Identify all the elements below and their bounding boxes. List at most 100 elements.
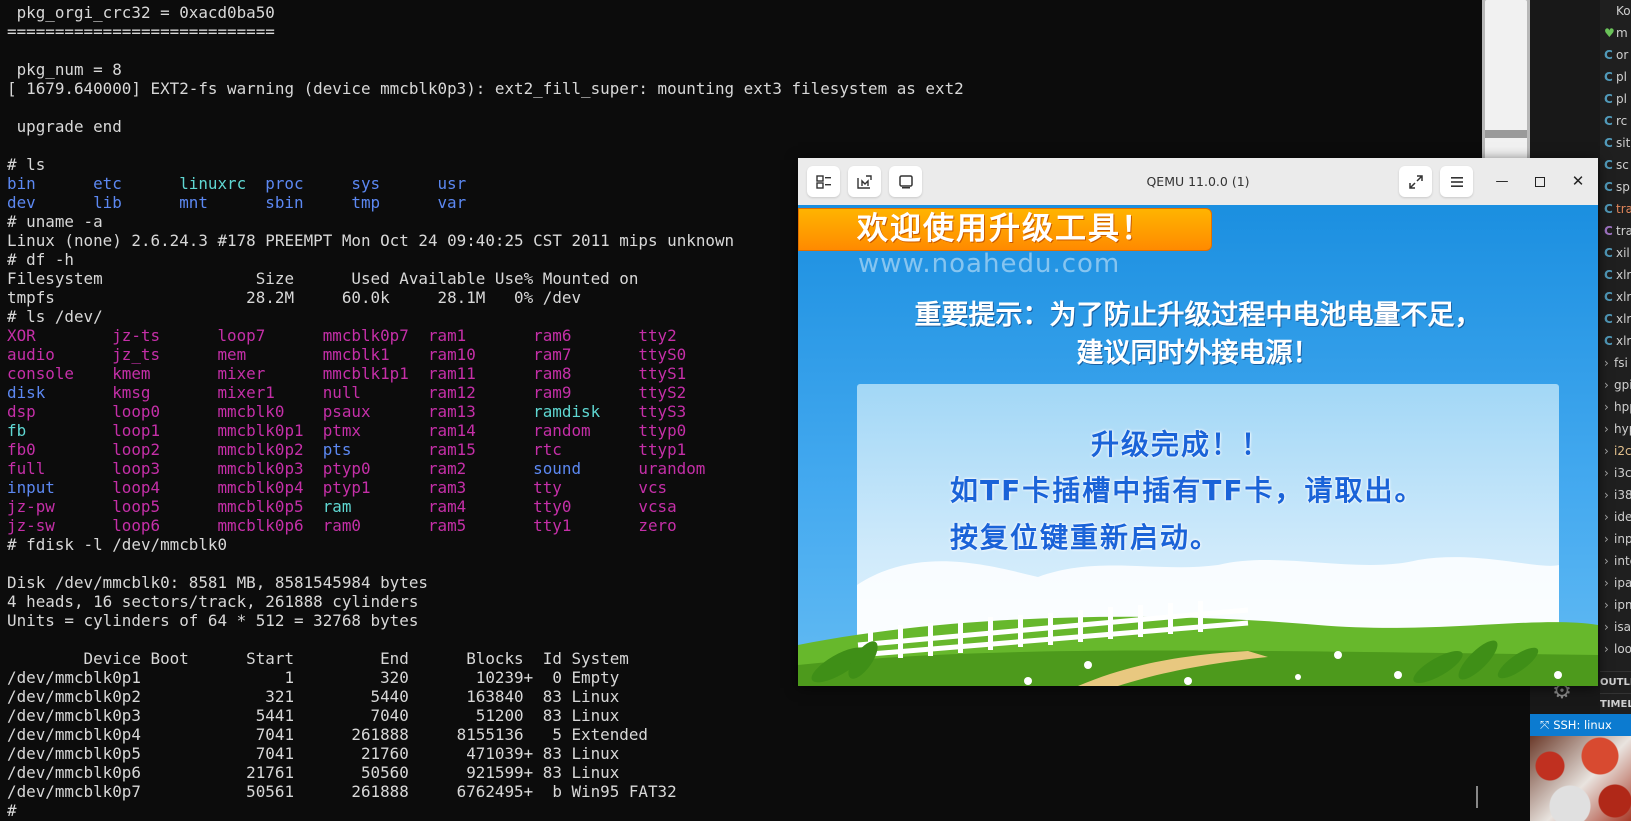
explorer-folder-item[interactable]: › inp xyxy=(1600,528,1631,550)
file-name: tra xyxy=(1616,224,1631,238)
terminal-text: input xyxy=(7,478,55,497)
maximize-button[interactable] xyxy=(1525,158,1555,205)
file-name: xlr xyxy=(1616,334,1631,348)
file-name: or xyxy=(1616,48,1629,62)
terminal-text: ram13 xyxy=(427,402,476,421)
explorer-file-item[interactable]: Cxil xyxy=(1600,242,1631,264)
terminal-text: tty1 xyxy=(533,516,572,535)
terminal-text: fb xyxy=(7,421,27,440)
timeline-section[interactable]: TIMELI xyxy=(1600,693,1631,716)
file-name: xlr xyxy=(1616,312,1631,326)
qemu-window[interactable]: QEMU 11.0.0 (1) — ✕ 欢迎使用升级工具！ www.noahed… xyxy=(798,158,1598,686)
explorer-file-item[interactable]: Csp xyxy=(1600,176,1631,198)
chevron-right-icon: › xyxy=(1604,356,1609,370)
terminal-text: rtc xyxy=(533,440,562,459)
terminal-text: vcs xyxy=(638,478,668,497)
file-type-icon: C xyxy=(1604,136,1613,150)
folder-name: gpi xyxy=(1614,378,1631,392)
terminal-text: /dev/mmcblk0p2 321 5440 163840 83 Linux xyxy=(7,687,620,706)
terminal-text: psaux xyxy=(322,402,371,421)
explorer-folder-item[interactable]: › ipm xyxy=(1600,594,1631,616)
explorer-file-item[interactable]: Csc xyxy=(1600,154,1631,176)
explorer-file-item[interactable]: Cxlr xyxy=(1600,330,1631,352)
explorer-folder-item[interactable]: › hpp xyxy=(1600,396,1631,418)
terminal-text: jz_ts xyxy=(112,345,161,364)
outline-section[interactable]: OUTLIN xyxy=(1600,671,1631,694)
explorer-folder-item[interactable]: › fsi xyxy=(1600,352,1631,374)
explorer-file-item[interactable]: Cpl xyxy=(1600,66,1631,88)
explorer-file-item[interactable]: Csit xyxy=(1600,132,1631,154)
terminal-text: mmcblk1p1 xyxy=(322,364,409,383)
terminal-text: mmcblk0p1 xyxy=(217,421,304,440)
vscode-file-explorer[interactable]: Ko ♥m Cor Cpl Cpl Crc Csit Csc Csp Ctra Ctra Cxil Cx… xyxy=(1600,0,1631,720)
menu-button[interactable] xyxy=(1440,166,1473,197)
explorer-folder-item[interactable]: › i38 xyxy=(1600,484,1631,506)
reset-instruction-text: 按复位键重新启动。 xyxy=(950,521,1221,554)
explorer-file-item[interactable]: Ko xyxy=(1600,0,1631,22)
remote-status-text: SSH: linux xyxy=(1553,718,1612,732)
explorer-file-item[interactable]: ♥m xyxy=(1600,22,1631,44)
terminal-text: ttyS0 xyxy=(638,345,687,364)
explorer-folder-item[interactable]: › i3c xyxy=(1600,462,1631,484)
remote-icon: ⤧ xyxy=(1540,718,1550,732)
explorer-file-item[interactable]: Cpl xyxy=(1600,88,1631,110)
folder-name: inp xyxy=(1614,532,1631,546)
terminal-text: /dev/mmcblk0p7 50561 261888 6762495+ b W… xyxy=(7,782,677,801)
terminal-text: ram8 xyxy=(533,364,572,383)
scrollbar-thumb[interactable] xyxy=(1485,0,1527,165)
explorer-file-item[interactable]: Cor xyxy=(1600,44,1631,66)
terminal-text: ram5 xyxy=(427,516,467,535)
explorer-file-item[interactable]: Cxlr xyxy=(1600,264,1631,286)
explorer-file-item[interactable]: Cxlr xyxy=(1600,286,1631,308)
qemu-guest-display[interactable]: 欢迎使用升级工具！ www.noahedu.com 重要提示：为了防止升级过程中… xyxy=(798,205,1598,686)
file-type-icon: ♥ xyxy=(1604,26,1615,40)
explorer-folder-item[interactable]: › i2c xyxy=(1600,440,1631,462)
notice-line-1: 重要提示：为了防止升级过程中电池电量不足， xyxy=(914,300,1482,331)
terminal-text: ram xyxy=(322,497,352,516)
tabs-button[interactable] xyxy=(807,166,840,197)
close-button[interactable]: ✕ xyxy=(1563,158,1593,205)
display-button[interactable] xyxy=(889,166,922,197)
remote-status-button[interactable]: ⤧ SSH: linux xyxy=(1530,714,1631,736)
terminal-text: loop1 xyxy=(112,421,161,440)
explorer-folder-item[interactable]: › ide xyxy=(1600,506,1631,528)
file-type-icon: C xyxy=(1604,48,1613,62)
terminal-text: # uname -a xyxy=(7,212,103,231)
terminal-text: ttyS3 xyxy=(638,402,687,421)
file-type-icon: C xyxy=(1604,180,1613,194)
terminal-text: ttyp0 xyxy=(638,421,687,440)
chevron-right-icon: › xyxy=(1604,378,1609,392)
terminal-text: # xyxy=(7,801,17,820)
file-type-icon: C xyxy=(1604,224,1613,238)
explorer-folder-item[interactable]: › ipa xyxy=(1600,572,1631,594)
explorer-file-item[interactable]: Crc xyxy=(1600,110,1631,132)
explorer-folder-item[interactable]: › loo xyxy=(1600,638,1631,660)
terminal-text: /dev/mmcblk0p5 7041 21760 471039+ 83 Lin… xyxy=(7,744,620,763)
minimize-icon: — xyxy=(1495,174,1509,189)
explorer-file-item[interactable]: Ctra xyxy=(1600,220,1631,242)
terminal-line: /dev/mmcblk0p4 7041 261888 8155136 5 Ext… xyxy=(7,725,964,744)
chevron-right-icon: › xyxy=(1604,488,1609,502)
file-type-icon: C xyxy=(1604,246,1613,260)
terminal-text: audio xyxy=(7,345,55,364)
fullscreen-button[interactable] xyxy=(1399,166,1432,197)
explorer-folder-item[interactable]: › gpi xyxy=(1600,374,1631,396)
qemu-titlebar[interactable]: QEMU 11.0.0 (1) — ✕ xyxy=(798,158,1598,206)
terminal-text: loop7 xyxy=(217,326,266,345)
terminal-line: pkg_orgi_crc32 = 0xacd0ba50 xyxy=(7,3,964,22)
terminal-text: ram1 xyxy=(427,326,467,345)
explorer-file-item[interactable]: Cxlr xyxy=(1600,308,1631,330)
terminal-text: ram10 xyxy=(427,345,476,364)
explorer-folder-item[interactable]: › inte xyxy=(1600,550,1631,572)
chevron-right-icon: › xyxy=(1604,510,1609,524)
keyboard-capture-button[interactable] xyxy=(848,166,881,197)
minimize-button[interactable]: — xyxy=(1487,158,1517,205)
chevron-right-icon: › xyxy=(1604,532,1609,546)
explorer-file-item[interactable]: Ctra xyxy=(1600,198,1631,220)
terminal-text: kmsg xyxy=(112,383,151,402)
terminal-text: var xyxy=(437,193,467,212)
explorer-folder-item[interactable]: › hyp xyxy=(1600,418,1631,440)
explorer-folder-item[interactable]: › isa xyxy=(1600,616,1631,638)
file-type-icon: C xyxy=(1604,334,1613,348)
